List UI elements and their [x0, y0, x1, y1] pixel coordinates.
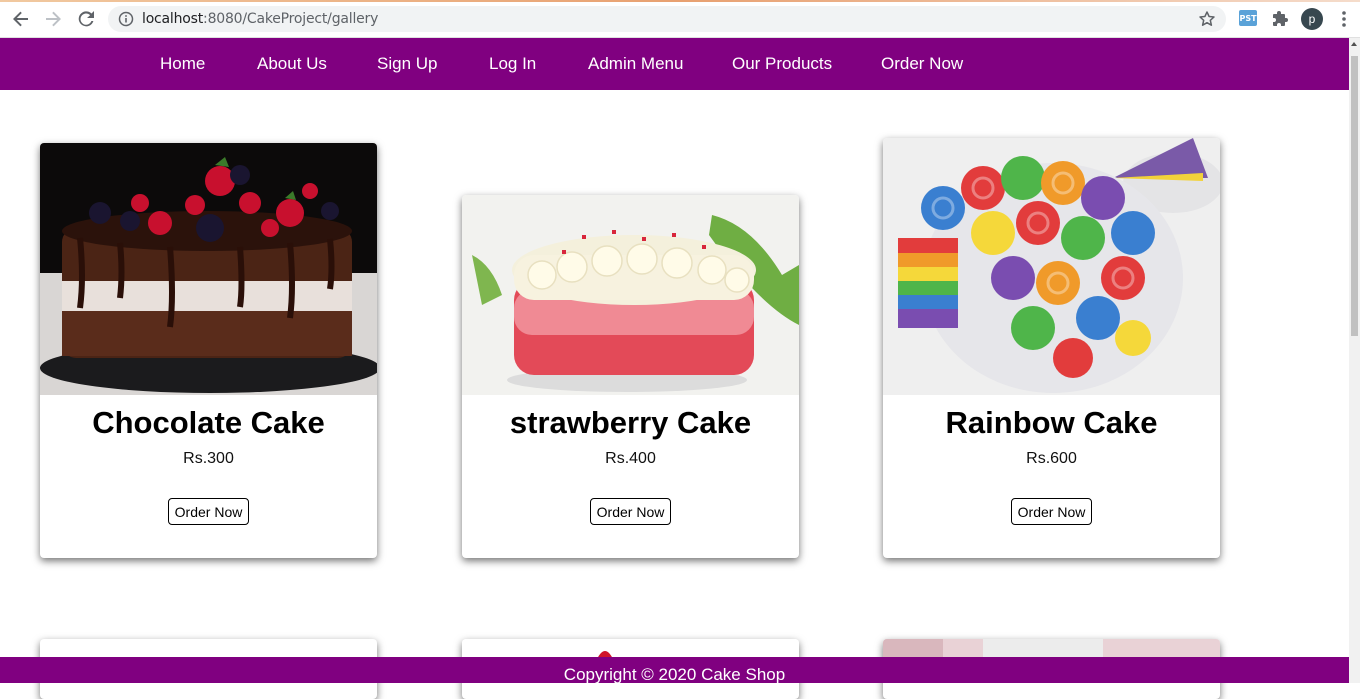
url-text[interactable]: localhost:8080/CakeProject/gallery [142, 11, 378, 27]
back-icon[interactable] [10, 8, 32, 30]
extension-icon[interactable]: PST [1239, 10, 1257, 26]
reload-icon[interactable] [75, 8, 97, 30]
product-card: Rainbow Cake Rs.600 Order Now [883, 138, 1220, 558]
menu-kebab-icon[interactable] [1333, 8, 1355, 30]
product-card: strawberry Cake Rs.400 Order Now [462, 195, 799, 558]
rainbow-cake-image [883, 138, 1220, 395]
order-now-button[interactable]: Order Now [1010, 498, 1093, 525]
profile-avatar[interactable]: p [1301, 8, 1323, 30]
order-now-button[interactable]: Order Now [589, 498, 672, 525]
bookmark-star-icon[interactable] [1198, 10, 1216, 33]
product-name: strawberry Cake [509, 405, 752, 440]
nav-home[interactable]: Home [160, 54, 205, 74]
tab-strip-edge [0, 0, 1360, 2]
footer-copyright: Copyright © 2020 Cake Shop [563, 665, 786, 683]
product-price: Rs.300 [183, 450, 234, 467]
nav-sign-up[interactable]: Sign Up [377, 54, 437, 74]
main-navbar: Home About Us Sign Up Log In Admin Menu … [0, 38, 1349, 90]
scroll-up-arrow-icon[interactable] [1351, 42, 1357, 46]
product-name: Rainbow Cake [945, 405, 1158, 440]
page-footer: Copyright © 2020 Cake Shop [0, 657, 1349, 683]
extensions-puzzle-icon[interactable] [1269, 8, 1291, 30]
nav-about-us[interactable]: About Us [257, 54, 327, 74]
nav-our-products[interactable]: Our Products [732, 54, 832, 74]
address-bar[interactable]: localhost:8080/CakeProject/gallery [108, 6, 1226, 32]
product-price: Rs.600 [1026, 450, 1077, 467]
nav-log-in[interactable]: Log In [489, 54, 536, 74]
product-image-partial [462, 639, 799, 659]
page-scrollbar[interactable] [1349, 38, 1360, 683]
product-name: Chocolate Cake [92, 405, 325, 440]
chocolate-cake-image [40, 143, 377, 395]
nav-order-now[interactable]: Order Now [881, 54, 963, 74]
product-card: Chocolate Cake Rs.300 Order Now [40, 143, 377, 558]
forward-icon[interactable] [42, 8, 64, 30]
browser-toolbar: localhost:8080/CakeProject/gallery PST p [0, 0, 1360, 38]
order-now-button[interactable]: Order Now [167, 498, 250, 525]
scrollbar-thumb[interactable] [1351, 56, 1358, 336]
product-image-partial [883, 639, 1220, 659]
nav-admin-menu[interactable]: Admin Menu [588, 54, 683, 74]
strawberry-cake-image [462, 195, 799, 395]
product-price: Rs.400 [605, 450, 656, 467]
info-icon[interactable] [118, 11, 134, 32]
